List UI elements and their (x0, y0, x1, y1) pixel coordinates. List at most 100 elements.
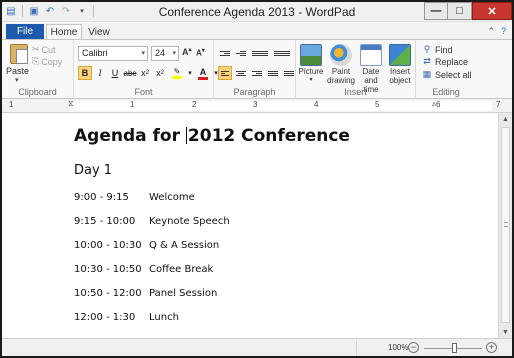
select-all-icon: ▦ (422, 69, 432, 79)
paragraph-settings-icon[interactable] (282, 66, 296, 80)
left-indent-marker[interactable]: ⧖ (68, 99, 74, 109)
line-spacing-icon[interactable] (272, 46, 292, 60)
agenda-item: Panel Session (149, 288, 218, 299)
zoom-in-icon[interactable]: + (486, 342, 497, 353)
subscript-icon[interactable]: x2 (138, 66, 152, 80)
agenda-item: Lunch (149, 312, 179, 323)
bullet-list-icon[interactable] (250, 46, 270, 60)
agenda-item: Coffee Break (149, 264, 214, 275)
help-icon[interactable]: ? (501, 26, 506, 37)
underline-icon[interactable]: U (108, 66, 122, 80)
status-bar: 100% − + (2, 338, 512, 356)
find-button[interactable]: ⚲ Find (422, 44, 453, 55)
zoom-level: 100% (388, 343, 409, 352)
scroll-down-icon[interactable]: ▼ (499, 326, 512, 338)
ruler-number: 6 (436, 100, 441, 109)
clipboard-group-label: Clipboard (18, 87, 57, 97)
minimize-button[interactable]: — (424, 2, 448, 20)
zoom-out-icon[interactable]: − (408, 342, 419, 353)
bold-icon[interactable]: B (78, 66, 92, 80)
zoom-slider-thumb[interactable] (452, 343, 457, 353)
ribbon: Paste ▾ ✂ Cut ⎘ Copy Clipboard Calibri ▾… (2, 39, 512, 99)
font-format-row: B I U abc x2 x2 ✎ ▾ A ▾ (78, 66, 219, 80)
maximize-button[interactable]: □ (448, 2, 472, 20)
copy-icon: ⎘ (32, 56, 40, 66)
agenda-time: 10:00 - 10:30 (74, 240, 142, 251)
cut-button[interactable]: ✂ Cut (32, 44, 56, 55)
text-caret (185, 127, 187, 144)
paste-icon[interactable] (10, 44, 28, 64)
ruler-number: 4 (314, 100, 319, 109)
ruler-number: 1 (9, 100, 14, 109)
font-size-value: 24 (155, 48, 166, 58)
ruler-number: 5 (375, 100, 380, 109)
scroll-thumb[interactable] (501, 127, 510, 323)
agenda-row[interactable]: 9:15 - 10:00 Keynote Speech (74, 216, 230, 227)
paint-drawing-button[interactable]: Paint drawing (326, 44, 356, 85)
font-size-select[interactable]: 24 ▾ (151, 46, 179, 61)
agenda-row[interactable]: 10:30 - 10:50 Coffee Break (74, 264, 213, 275)
font-group-label: Font (134, 87, 153, 97)
tab-file[interactable]: File (6, 24, 44, 39)
paste-dropdown-icon[interactable]: ▾ (15, 76, 19, 84)
font-family-select[interactable]: Calibri ▾ (78, 46, 148, 61)
tab-home[interactable]: Home (46, 24, 82, 40)
ruler-number: 1 (130, 100, 135, 109)
replace-button[interactable]: ⇄ Replace (422, 56, 468, 67)
close-button[interactable]: ✕ (472, 2, 512, 20)
ruler-number: 2 (192, 100, 197, 109)
superscript-icon[interactable]: x2 (153, 66, 167, 80)
minimize-ribbon-icon[interactable]: ⌃ (487, 26, 495, 37)
date-label-line1: Date and (362, 67, 380, 85)
align-right-icon[interactable] (250, 66, 264, 80)
tab-view[interactable]: View (84, 24, 114, 40)
paragraph-group-label: Paragraph (233, 87, 276, 97)
select-all-label: Select all (435, 69, 472, 80)
agenda-row[interactable]: 10:00 - 10:30 Q & A Session (74, 240, 219, 251)
chevron-down-icon: ▾ (172, 50, 176, 57)
agenda-row[interactable]: 12:00 - 1:30 Lunch (74, 312, 179, 323)
justify-icon[interactable] (266, 66, 280, 80)
paragraph-group: Paragraph (214, 40, 296, 99)
vertical-scrollbar[interactable]: ▲ ▼ (498, 113, 512, 338)
strikethrough-icon[interactable]: abc (123, 66, 137, 80)
document-heading[interactable]: Agenda for 2012 Conference (74, 126, 350, 146)
ruler-number: 3 (253, 100, 258, 109)
editing-group: ⚲ Find ⇄ Replace ▦ Select all Editing (416, 40, 476, 99)
clipboard-group: Paste ▾ ✂ Cut ⎘ Copy Clipboard (2, 40, 74, 99)
replace-icon: ⇄ (423, 56, 431, 66)
decrease-indent-icon[interactable] (218, 46, 232, 60)
title-bar: ▤ ▣ ↶ ↷ ▾ Conference Agenda 2013 - WordP… (2, 2, 512, 22)
agenda-row[interactable]: 10:50 - 12:00 Panel Session (74, 288, 217, 299)
document-area[interactable]: Agenda for 2012 Conference Day 1 9:00 - … (2, 113, 498, 338)
increase-indent-icon[interactable] (234, 46, 248, 60)
ribbon-tabs: File Home View ⌃ ? (2, 22, 512, 40)
chevron-down-icon: ▾ (309, 77, 313, 83)
agenda-row[interactable]: 9:00 - 9:15 Welcome (74, 192, 195, 203)
insert-picture-button[interactable]: Picture ▾ (298, 44, 324, 85)
agenda-time: 10:50 - 12:00 (74, 288, 142, 299)
paint-label-line2: drawing (326, 76, 355, 85)
insert-object-button[interactable]: Insert object (386, 44, 414, 85)
paste-button[interactable]: Paste (6, 66, 29, 76)
shrink-font-icon[interactable]: A▾ (196, 47, 205, 58)
find-label: Find (435, 44, 453, 55)
copy-button[interactable]: ⎘ Copy (32, 56, 62, 67)
font-color-icon[interactable]: A (194, 66, 212, 80)
agenda-time: 10:30 - 10:50 (74, 264, 142, 275)
paragraph-row-1 (218, 46, 292, 60)
align-center-icon[interactable] (234, 66, 248, 80)
calendar-icon (360, 44, 382, 66)
highlight-color-icon[interactable]: ✎ (168, 66, 186, 80)
ruler[interactable]: ⧖ ▵ 1 1 2 3 4 5 6 7 (2, 99, 512, 113)
italic-icon[interactable]: I (93, 66, 107, 80)
scroll-up-icon[interactable]: ▲ (499, 113, 512, 125)
select-all-button[interactable]: ▦ Select all (422, 69, 472, 80)
agenda-time: 9:15 - 10:00 (74, 216, 136, 227)
object-icon (389, 44, 411, 66)
day-heading[interactable]: Day 1 (74, 163, 112, 178)
align-left-icon[interactable] (218, 66, 232, 80)
chevron-down-icon[interactable]: ▾ (187, 66, 193, 80)
grow-font-icon[interactable]: A▴ (182, 46, 192, 57)
binoculars-icon: ⚲ (423, 44, 431, 54)
